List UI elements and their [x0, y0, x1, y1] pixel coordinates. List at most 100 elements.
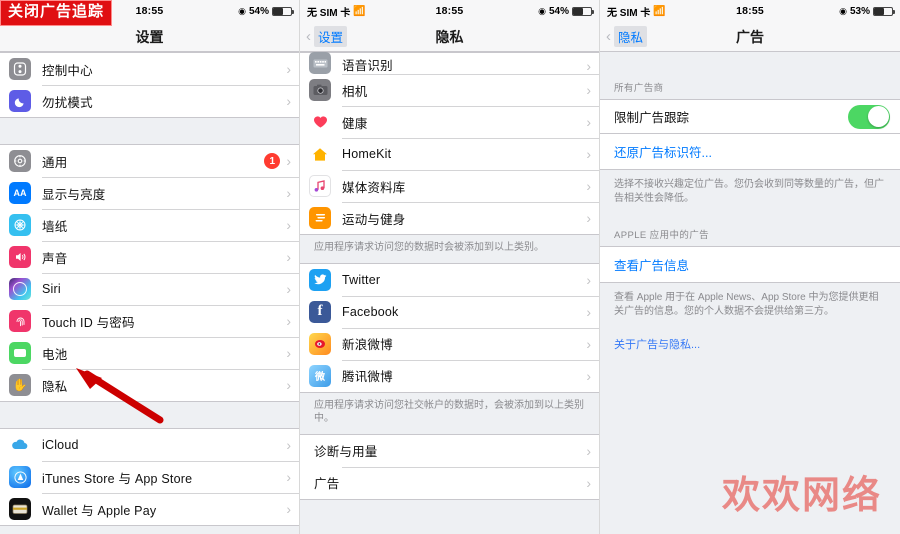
privacy-group-diag: 诊断与用量 › 广告 ›	[300, 433, 599, 500]
sidebar-item-battery[interactable]: 电池 ›	[0, 337, 299, 369]
view-ad-information-button[interactable]: 查看广告信息	[600, 246, 900, 283]
chevron-right-icon: ›	[286, 281, 291, 297]
list-item-tencent-weibo[interactable]: 微 腾讯微博 ›	[300, 359, 599, 392]
row-label: 声音	[42, 251, 68, 266]
list-item-diagnostics-usage[interactable]: 诊断与用量 ›	[300, 434, 599, 467]
row-label: 运动与健身	[342, 212, 406, 227]
sidebar-item-wallpaper[interactable]: 墙纸 ›	[0, 209, 299, 241]
battery-icon-2	[572, 6, 594, 16]
phone-screen-settings: 关闭广告追踪 18:55 ◉ 54% 设置 控制中心 › 勿扰模式 › 通用 1…	[0, 0, 300, 534]
chevron-right-icon: ›	[586, 442, 591, 459]
chevron-right-icon: ›	[586, 303, 591, 320]
reset-ad-identifier-button[interactable]: 还原广告标识符...	[600, 133, 900, 170]
chevron-right-icon: ›	[586, 210, 591, 226]
home-icon	[309, 143, 331, 165]
chevron-right-icon: ›	[586, 146, 591, 162]
row-label: Siri	[42, 282, 61, 296]
chevron-right-icon: ›	[286, 345, 291, 361]
nav-bar-1: 设置	[0, 22, 299, 52]
settings-scroll-1[interactable]: 控制中心 › 勿扰模式 › 通用 1 › AA 显示与亮度 › 墙纸 › 声音 …	[0, 52, 299, 534]
chevron-right-icon: ›	[586, 474, 591, 491]
sidebar-item-do-not-disturb[interactable]: 勿扰模式 ›	[0, 85, 299, 117]
battery-body	[14, 349, 26, 357]
sidebar-item-sounds[interactable]: 声音 ›	[0, 241, 299, 273]
chevron-right-icon: ›	[286, 249, 291, 265]
tencent-weibo-icon: 微	[309, 364, 331, 387]
row-label: Wallet 与 Apple Pay	[42, 503, 157, 518]
battery-percent-2: 54%	[548, 5, 569, 17]
row-label: Twitter	[342, 272, 381, 287]
back-button-privacy[interactable]: ‹ 隐私	[600, 26, 648, 47]
list-item-health[interactable]: 健康 ›	[300, 106, 599, 138]
wallpaper-icon	[9, 214, 31, 236]
chevron-right-icon: ›	[586, 114, 591, 130]
status-right-2: ◉ 54%	[538, 5, 594, 17]
list-item-camera[interactable]: 相机 ›	[300, 74, 599, 106]
heart-icon	[309, 111, 331, 133]
row-label: 相机	[342, 84, 368, 99]
sidebar-item-privacy[interactable]: ✋ 隐私 ›	[0, 369, 299, 401]
list-item-motion-fitness[interactable]: 运动与健身 ›	[300, 202, 599, 234]
chevron-right-icon: ›	[586, 178, 591, 194]
limit-ad-tracking-row[interactable]: 限制广告跟踪	[600, 99, 900, 133]
list-item-facebook[interactable]: f Facebook ›	[300, 295, 599, 328]
chevron-right-icon: ›	[586, 271, 591, 288]
nav-bar-2: ‹ 设置 隐私	[300, 22, 599, 52]
phone-screen-advertising: 无 SIM 卡 📶 18:55 ◉ 53% ‹ 隐私 广告 所有广告商 限制广告…	[600, 0, 900, 534]
sidebar-item-siri[interactable]: Siri ›	[0, 273, 299, 305]
row-label: 广告	[314, 477, 340, 491]
chevron-right-icon: ›	[586, 335, 591, 352]
privacy-scroll[interactable]: 语音识别 › 相机 › 健康 › HomeKit › 媒体资料库 › 运动与健身…	[300, 52, 599, 534]
battery-icon-1	[272, 6, 294, 16]
list-item-homekit[interactable]: HomeKit ›	[300, 138, 599, 170]
sidebar-item-control-center[interactable]: 控制中心 ›	[0, 53, 299, 85]
fitness-icon	[309, 207, 331, 229]
sidebar-item-display-brightness[interactable]: AA 显示与亮度 ›	[0, 177, 299, 209]
section-header-apple-apps: APPLE 应用中的广告	[600, 213, 900, 246]
privacy-note-1: 应用程序请求访问您的数据时会被添加到以上类别。	[300, 235, 599, 263]
chevron-right-icon: ›	[286, 377, 291, 393]
sidebar-item-icloud[interactable]: iCloud ›	[0, 429, 299, 461]
sidebar-item-touch-id-passcode[interactable]: Touch ID 与密码 ›	[0, 305, 299, 337]
row-label: 控制中心	[42, 63, 93, 78]
facebook-icon: f	[309, 300, 331, 323]
row-label: 勿扰模式	[42, 95, 93, 110]
weibo-icon	[309, 332, 331, 355]
settings-group-1b: 通用 1 › AA 显示与亮度 › 墙纸 › 声音 › Siri › Touch…	[0, 144, 299, 402]
back-button-settings[interactable]: ‹ 设置	[300, 26, 348, 47]
appstore-icon	[9, 466, 31, 488]
sidebar-item-itunes-appstore[interactable]: iTunes Store 与 App Store ›	[0, 461, 299, 493]
list-item-twitter[interactable]: Twitter ›	[300, 263, 599, 296]
list-item-speech-recognition[interactable]: 语音识别 ›	[300, 52, 599, 74]
sidebar-item-wallet-applepay[interactable]: Wallet 与 Apple Pay ›	[0, 493, 299, 525]
status-right-3: ◉ 53%	[839, 6, 895, 17]
siri-icon	[9, 278, 31, 300]
settings-group-1a: 控制中心 › 勿扰模式 ›	[0, 52, 299, 118]
list-item-media-library[interactable]: 媒体资料库 ›	[300, 170, 599, 202]
status-right-1: ◉ 54%	[238, 5, 294, 17]
row-label: 新浪微博	[342, 338, 393, 352]
limit-ad-tracking-toggle[interactable]	[848, 104, 890, 129]
moon-icon	[9, 90, 31, 112]
about-ads-privacy-link[interactable]: 关于广告与隐私...	[600, 326, 900, 352]
row-label: 显示与亮度	[42, 187, 106, 202]
phone-screen-privacy: 无 SIM 卡 📶 18:55 ◉ 54% ‹ 设置 隐私 语音识别 › 相机 …	[300, 0, 600, 534]
ad-note-1: 选择不接收兴趣定位广告。您仍会收到同等数量的广告，但广告相关性会降低。	[600, 170, 900, 213]
row-label: iCloud	[42, 438, 79, 452]
list-item-advertising[interactable]: 广告 ›	[300, 466, 599, 499]
battery-percent-1: 54%	[248, 5, 269, 17]
privacy-group-social: Twitter › f Facebook › 新浪微博 › 微 腾讯微博 ›	[300, 262, 599, 393]
chevron-right-icon: ›	[586, 58, 591, 74]
advertising-scroll[interactable]: 所有广告商 限制广告跟踪 还原广告标识符... 选择不接收兴趣定位广告。您仍会收…	[600, 52, 900, 534]
list-item-sina-weibo[interactable]: 新浪微博 ›	[300, 327, 599, 360]
cloud-icon	[9, 434, 31, 456]
camera-icon	[309, 79, 331, 101]
row-label: 墙纸	[42, 219, 68, 234]
sidebar-item-general[interactable]: 通用 1 ›	[0, 145, 299, 177]
status-badge: 1	[264, 153, 281, 169]
chevron-right-icon: ›	[286, 185, 291, 201]
twitter-icon	[309, 268, 331, 291]
chevron-right-icon: ›	[286, 501, 291, 517]
chevron-left-icon: ‹	[306, 28, 311, 45]
page-title-1: 设置	[135, 28, 164, 45]
